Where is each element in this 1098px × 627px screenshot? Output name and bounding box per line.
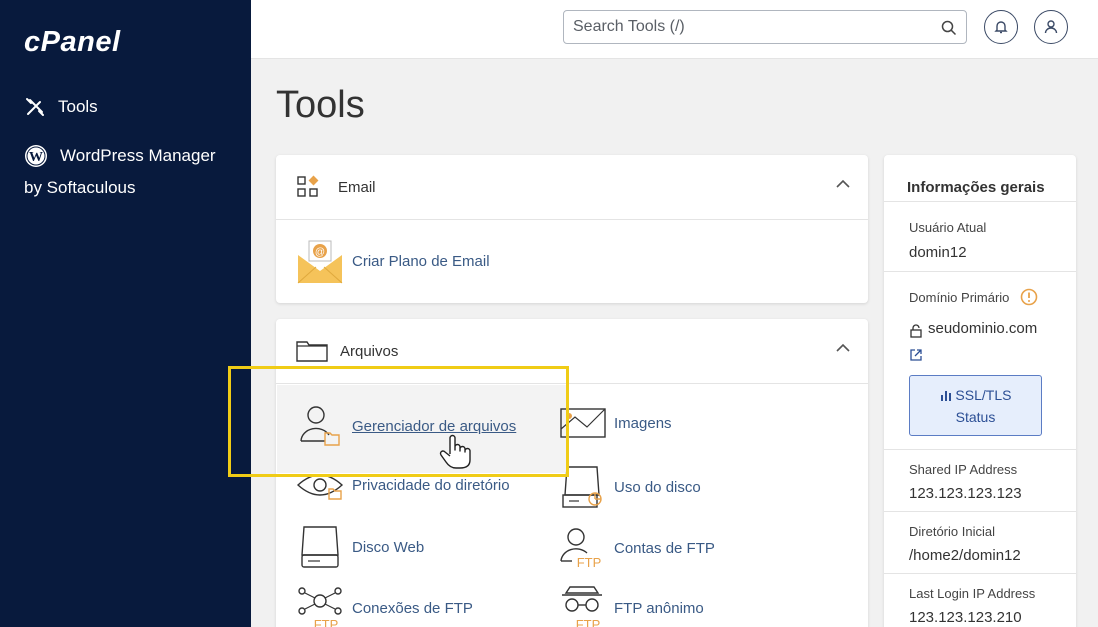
chevron-up-icon[interactable] [836, 179, 850, 189]
tool-item[interactable]: Uso do disco [554, 465, 701, 509]
tool-label: Privacidade do diretório [352, 476, 510, 494]
general-info-panel: Informações gerais Usuário Atual domin12… [884, 155, 1076, 627]
sidebar-item-tools[interactable]: Tools [24, 96, 98, 118]
ftp-tag: FTP [314, 617, 339, 627]
info-section: Shared IP Address 123.123.123.123 [884, 449, 1076, 511]
tool-label: Conexões de FTP [352, 599, 473, 617]
highlight-box [228, 366, 569, 477]
info-section: Usuário Atual domin12 [884, 201, 1076, 271]
hand-cursor-icon [439, 434, 471, 469]
sidebar-item-label: Tools [58, 97, 98, 116]
info-section: Diretório Inicial /home2/domin12 [884, 511, 1076, 573]
tool-item[interactable]: FTP Contas de FTP [554, 525, 715, 571]
page-title: Tools [276, 84, 365, 126]
ftp-anonymous-icon: FTP [562, 586, 602, 627]
tools-icon [26, 98, 44, 116]
info-title: Informações gerais [907, 179, 1045, 196]
envelope-at-icon: @ [297, 240, 343, 284]
tool-label: Criar Plano de Email [352, 252, 490, 270]
user-icon [1044, 20, 1058, 34]
ssl-status-label: Status [955, 409, 996, 425]
info-value: domin12 [909, 244, 967, 261]
tool-label: Disco Web [352, 538, 425, 556]
ftp-tag: FTP [577, 555, 602, 570]
sidebar: cPanel Tools W WordPress Manager by Soft… [0, 0, 251, 627]
primary-domain-link[interactable]: seudominio.com [928, 320, 1037, 337]
external-link-icon[interactable] [909, 348, 923, 362]
info-label: Diretório Inicial [909, 524, 995, 539]
info-label: Usuário Atual [909, 220, 987, 235]
web-disk-icon [301, 526, 339, 568]
tool-item[interactable]: Imagens [554, 403, 672, 443]
svg-text:W: W [29, 150, 43, 165]
info-section: Last Login IP Address 123.123.123.210 [884, 573, 1076, 627]
folder-icon [296, 341, 328, 362]
wordpress-icon: W [25, 145, 47, 167]
tool-label: FTP anônimo [614, 599, 704, 617]
chevron-up-icon[interactable] [836, 343, 850, 353]
tool-label: Imagens [614, 414, 672, 432]
sidebar-item-sublabel[interactable]: by Softaculous [24, 178, 136, 198]
ssl-label: SSL/TLS [955, 387, 1012, 403]
tool-item[interactable]: FTP Conexões de FTP [292, 585, 473, 627]
info-section: Domínio Primário seudominio.com SSL/TLS [884, 271, 1076, 449]
search-input[interactable] [564, 11, 924, 43]
info-value: /home2/domin12 [909, 547, 1021, 564]
tool-item[interactable]: FTP FTP anônimo [554, 585, 704, 627]
bell-icon [994, 21, 1008, 34]
ftp-accounts-icon: FTP [560, 528, 602, 570]
panel-title: Email [338, 178, 376, 196]
unlock-icon [910, 324, 922, 338]
ftp-tag: FTP [576, 617, 601, 627]
notifications-button[interactable] [984, 10, 1018, 44]
tool-item[interactable]: Disco Web [292, 525, 424, 569]
search-box[interactable] [563, 10, 967, 44]
email-panel: Email @ Criar Plano de Email [276, 155, 868, 303]
info-label: Last Login IP Address [909, 586, 1036, 601]
ftp-connections-icon: FTP [298, 587, 342, 627]
info-label: Shared IP Address [909, 462, 1018, 477]
user-menu-button[interactable] [1034, 10, 1068, 44]
email-panel-header[interactable]: Email [276, 155, 868, 220]
cpanel-logo[interactable]: cPanel [24, 26, 121, 59]
apps-grid-icon [297, 175, 319, 197]
sidebar-item-wordpress[interactable]: W WordPress Manager [24, 144, 216, 168]
panel-title: Arquivos [340, 342, 399, 360]
ssl-tls-status-button[interactable]: SSL/TLS Status [909, 375, 1042, 436]
tool-label: Contas de FTP [614, 539, 715, 557]
tool-item[interactable]: @ Criar Plano de Email [292, 237, 490, 285]
top-header [251, 0, 1098, 59]
tool-label: Uso do disco [614, 478, 701, 496]
warning-icon[interactable] [1020, 288, 1038, 306]
search-icon[interactable] [941, 20, 957, 36]
svg-text:@: @ [315, 247, 325, 258]
bar-chart-icon [940, 391, 951, 401]
info-value: 123.123.123.123 [909, 485, 1022, 502]
sidebar-item-label: WordPress Manager [60, 146, 216, 165]
info-label: Domínio Primário [909, 290, 1010, 305]
info-value: 123.123.123.210 [909, 609, 1022, 626]
